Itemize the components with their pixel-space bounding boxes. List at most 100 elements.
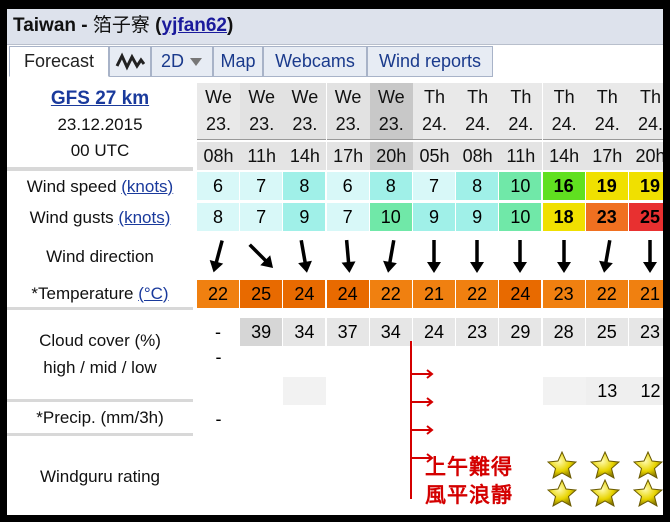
precip-value: - (215, 409, 222, 429)
wind-speed-value: 8 (283, 172, 327, 200)
annotation-line-1: 上午難得 (425, 454, 513, 479)
wind-arrow-icon (427, 240, 441, 273)
forecast-widget: Taiwan - 箔子寮 (yjfan62) Forecast 2D Map W… (7, 9, 663, 515)
model-date: 23.12.2015 (57, 115, 143, 134)
forecast-column: Th 24. 08h (456, 83, 500, 170)
wind-speed-value: 7 (413, 172, 456, 200)
cloud-low-value (499, 377, 542, 405)
day-date: 24. (456, 111, 500, 140)
day-name: Th (542, 83, 586, 111)
cloud-low-value: 13 (585, 377, 629, 405)
model-time: 00 UTC (70, 141, 130, 160)
row-divider (7, 433, 193, 436)
day-name: We (283, 83, 327, 111)
cloud-low-value (283, 377, 327, 405)
day-name: Th (629, 83, 663, 111)
wind-speed-value: 19 (629, 172, 663, 200)
wind-speed-value: 10 (499, 172, 543, 200)
wind-speed-value: 6 (326, 172, 370, 200)
paren-close: ) (227, 15, 234, 36)
forecast-column: Th 24. 14h (542, 83, 586, 170)
cloud-low-value: 12 (629, 377, 663, 405)
cloud-low-value (542, 377, 586, 405)
wind-speed-label: Wind speed (knots) (7, 172, 193, 200)
cloud-high-value: 37 (326, 318, 370, 346)
cloud-low-value (240, 377, 283, 405)
user-link[interactable]: yjfan62 (162, 15, 227, 36)
cloud-low-value (456, 377, 499, 405)
header-separator: - (76, 15, 93, 36)
cloud-high-value: 23 (456, 318, 500, 346)
wind-gusts-unit-link[interactable]: (knots) (118, 208, 170, 227)
paren-open: ( (149, 15, 162, 36)
temperature-value: 24 (283, 280, 327, 308)
rating-star-icon (633, 451, 663, 479)
day-date: 24. (413, 111, 456, 140)
wind-arrow-icon (513, 240, 528, 273)
wind-gust-value: 7 (326, 203, 370, 231)
annotation-line-2: 風平浪靜 (425, 482, 513, 507)
cloud-cover-text: Cloud cover (%) (39, 331, 161, 350)
temperature-unit-link[interactable]: (°C) (138, 284, 168, 303)
tab-forecast[interactable]: Forecast (9, 46, 109, 77)
wind-gust-value: 10 (499, 203, 543, 231)
wind-gust-value: 7 (240, 203, 284, 231)
wind-gust-value: 9 (413, 203, 456, 231)
row-divider (7, 399, 193, 402)
cloud-mid-value: - (215, 347, 222, 367)
spot-name: 箔子寮 (92, 15, 150, 36)
rating-star-icon (590, 479, 620, 507)
forecast-column: Th 24. 11h (499, 83, 543, 170)
rating-star-icon (590, 451, 620, 479)
wind-speed-unit-link[interactable]: (knots) (121, 177, 173, 196)
forecast-column: Th 24. 05h (413, 83, 456, 170)
spot-header: Taiwan - 箔子寮 (yjfan62) (7, 9, 663, 45)
tab-graph[interactable] (109, 46, 151, 77)
cloud-high-value: - (197, 318, 240, 346)
day-date: 24. (629, 111, 663, 140)
wind-direction-label: Wind direction (7, 235, 193, 277)
wind-arrow-icon (248, 243, 274, 269)
forecast-column: We 23. 17h (326, 83, 370, 170)
wind-arrow-icon (382, 239, 397, 273)
wind-arrow-icon (598, 239, 613, 273)
row-divider (7, 307, 193, 310)
temperature-value: 25 (240, 280, 284, 308)
forecast-hour: 14h (283, 142, 327, 170)
location-name: Taiwan (13, 15, 76, 36)
forecast-column: We 23. 14h (283, 83, 327, 170)
cloud-high-value: 34 (283, 318, 327, 346)
cloud-low-value (327, 377, 370, 405)
wind-arrow-icon (643, 240, 657, 273)
cloud-low-value (197, 377, 240, 405)
tab-wind-reports[interactable]: Wind reports (367, 46, 493, 77)
day-name: Th (413, 83, 456, 111)
model-info: GFS 27 km 23.12.2015 00 UTC (7, 83, 193, 167)
day-name: Th (585, 83, 629, 111)
wind-gust-value: 10 (369, 203, 413, 231)
temperature-value: 22 (456, 280, 500, 308)
wind-speed-value: 8 (369, 172, 413, 200)
forecast-hour: 20h (369, 142, 413, 170)
cloud-high-value: 28 (542, 318, 586, 346)
wind-arrow-icon (209, 240, 224, 273)
cloud-high-value: 29 (499, 318, 543, 346)
temperature-value: 24 (326, 280, 370, 308)
temperature-value: 22 (369, 280, 413, 308)
tab-webcams[interactable]: Webcams (263, 46, 367, 77)
day-date: 23. (326, 111, 370, 140)
rating-star-icon (633, 479, 663, 507)
model-link[interactable]: GFS 27 km (51, 86, 149, 112)
temperature-value: 21 (413, 280, 456, 308)
forecast-hour: 14h (542, 142, 586, 170)
wind-speed-value: 6 (197, 172, 240, 200)
cloud-levels-text: high / mid / low (43, 358, 157, 377)
tab-2d[interactable]: 2D (151, 46, 213, 77)
wind-arrow-icon (470, 240, 485, 273)
rating-label: Windguru rating (7, 437, 193, 515)
temperature-value: 22 (197, 280, 240, 308)
forecast-column: Th 24. 17h (585, 83, 629, 170)
forecast-hour: 05h (413, 142, 456, 170)
tab-map[interactable]: Map (213, 46, 263, 77)
tab-bar: Forecast 2D Map Webcams Wind reports (7, 46, 663, 78)
